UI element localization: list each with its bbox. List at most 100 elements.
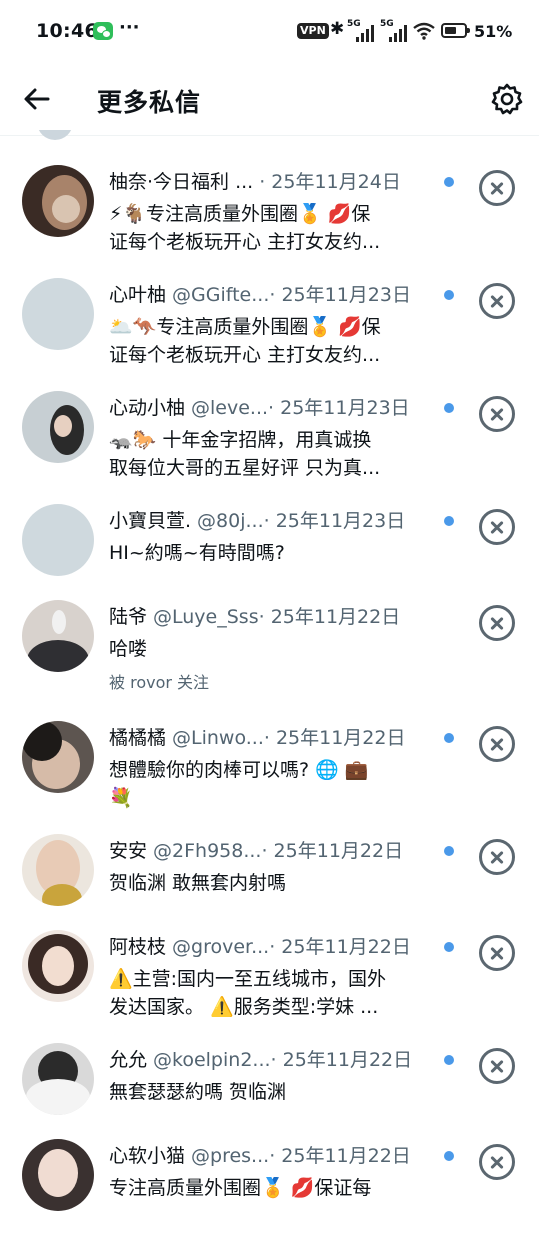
message-preview-line: 💐 bbox=[109, 787, 133, 809]
sender-name: 心软小猫 bbox=[109, 1145, 186, 1167]
avatar[interactable] bbox=[22, 391, 94, 463]
sender-handle: @Luye_Sss bbox=[153, 606, 259, 628]
sender-name: 橘橘橘 bbox=[109, 727, 167, 749]
message-preview-line: 🦡🐎 十年金字招牌，用真诚换 bbox=[109, 429, 372, 451]
sender-handle: @pres... bbox=[191, 1145, 270, 1167]
message-preview-line: 取每位大哥的五星好评 只为真... bbox=[109, 457, 381, 479]
message-row[interactable]: 心软小猫 @pres...· 25年11月22日 专注高质量外围圈🏅 💋保证每 bbox=[0, 1124, 539, 1237]
message-row[interactable]: 允允 @koelpin2...· 25年11月22日 無套瑟瑟約嗎 贺临渊 bbox=[0, 1028, 539, 1124]
sender-handle: @2Fh958... bbox=[153, 840, 262, 862]
wechat-icon bbox=[93, 22, 113, 40]
message-date: · 25年11月22日 bbox=[258, 606, 401, 628]
bluetooth-icon: ✱ bbox=[330, 19, 345, 39]
message-date: · 25年11月24日 bbox=[259, 171, 401, 193]
unread-dot bbox=[444, 846, 454, 856]
avatar[interactable] bbox=[22, 504, 94, 576]
sender-handle: @GGifte... bbox=[172, 284, 270, 306]
wifi-icon bbox=[413, 22, 435, 40]
dismiss-close-icon[interactable] bbox=[479, 1144, 515, 1180]
dismiss-close-icon[interactable] bbox=[479, 726, 515, 762]
signal-icon-1 bbox=[356, 24, 376, 42]
dismiss-close-icon[interactable] bbox=[479, 509, 515, 545]
message-row[interactable]: 陆爷 @Luye_Sss· 25年11月22日 哈喽 被 rovor 关注 bbox=[0, 585, 539, 706]
unread-dot bbox=[444, 1055, 454, 1065]
avatar[interactable] bbox=[22, 930, 94, 1002]
followed-by-note: 被 rovor 关注 bbox=[109, 673, 210, 692]
top-app-bar: 更多私信 bbox=[0, 64, 539, 136]
vpn-badge: VPN bbox=[297, 23, 329, 39]
message-row[interactable]: 心动小柚 @leve...· 25年11月23日 🦡🐎 十年金字招牌，用真诚换 取… bbox=[0, 376, 539, 489]
status-time: 10:46 bbox=[36, 20, 98, 42]
page-title: 更多私信 bbox=[97, 88, 202, 117]
dismiss-close-icon[interactable] bbox=[479, 605, 515, 641]
message-date: · 25年11月23日 bbox=[263, 510, 406, 532]
unread-dot bbox=[444, 177, 454, 187]
more-notifications-icon: ··· bbox=[119, 17, 140, 38]
message-row[interactable]: 柚奈·今日福利 ... · 25年11月24日 ⚡🐐专注高质量外围圈🏅 💋保 证每… bbox=[0, 150, 539, 263]
battery-percent: 51% bbox=[474, 22, 513, 41]
sender-name: 阿枝枝 bbox=[109, 936, 167, 958]
avatar[interactable] bbox=[22, 721, 94, 793]
message-row[interactable]: 橘橘橘 @Linwo...· 25年11月22日 想體驗你的肉棒可以嗎? 🌐 💼 … bbox=[0, 706, 539, 819]
dismiss-close-icon[interactable] bbox=[479, 839, 515, 875]
message-date: · 25年11月22日 bbox=[263, 727, 406, 749]
avatar[interactable] bbox=[22, 834, 94, 906]
status-bar: 10:46 ··· VPN ✱ 5G 5G 51% bbox=[0, 0, 539, 64]
message-preview-line: 想體驗你的肉棒可以嗎? 🌐 💼 bbox=[109, 759, 369, 781]
avatar[interactable] bbox=[22, 1043, 94, 1115]
sender-name: 心叶柚 bbox=[109, 284, 167, 306]
sender-handle: @80j... bbox=[197, 510, 264, 532]
unread-dot bbox=[444, 1151, 454, 1161]
dismiss-close-icon[interactable] bbox=[479, 935, 515, 971]
avatar[interactable] bbox=[22, 1139, 94, 1211]
message-preview-line: HI~約嗎~有時間嗎? bbox=[109, 542, 285, 564]
message-row[interactable]: 阿枝枝 @grover...· 25年11月22日 ⚠️主营:国内一至五线城市，国… bbox=[0, 915, 539, 1028]
unread-dot bbox=[444, 733, 454, 743]
message-date: · 25年11月22日 bbox=[269, 936, 411, 958]
avatar[interactable] bbox=[22, 165, 94, 237]
message-date: · 25年11月23日 bbox=[269, 284, 411, 306]
message-preview-line: ⚡🐐专注高质量外围圈🏅 💋保 bbox=[109, 203, 371, 225]
message-date: · 25年11月22日 bbox=[270, 1049, 413, 1071]
sender-name: 柚奈·今日福利 ... bbox=[109, 171, 254, 193]
dismiss-close-icon[interactable] bbox=[479, 283, 515, 319]
sender-name: 允允 bbox=[109, 1049, 148, 1071]
message-date: · 25年11月22日 bbox=[269, 1145, 411, 1167]
signal-icon-2 bbox=[389, 24, 409, 42]
message-preview-line: 無套瑟瑟約嗎 贺临渊 bbox=[109, 1081, 287, 1103]
message-preview-line: 专注高质量外围圈🏅 💋保证每 bbox=[109, 1177, 372, 1199]
dismiss-close-icon[interactable] bbox=[479, 1048, 515, 1084]
settings-gear-icon[interactable] bbox=[490, 82, 524, 116]
sender-handle: @koelpin2... bbox=[153, 1049, 271, 1071]
message-preview-line: 证每个老板玩开心 主打女友约... bbox=[109, 344, 381, 366]
unread-dot bbox=[444, 290, 454, 300]
avatar[interactable] bbox=[22, 600, 94, 672]
sender-handle: @leve... bbox=[191, 397, 269, 419]
message-preview-line: 🌥️🦘专注高质量外围圈🏅 💋保 bbox=[109, 316, 381, 338]
unread-dot bbox=[444, 403, 454, 413]
sender-handle: @Linwo... bbox=[172, 727, 264, 749]
message-date: · 25年11月23日 bbox=[268, 397, 410, 419]
back-arrow-icon[interactable] bbox=[20, 82, 54, 116]
sender-name: 安安 bbox=[109, 840, 148, 862]
dismiss-close-icon[interactable] bbox=[479, 396, 515, 432]
battery-icon bbox=[441, 23, 470, 38]
avatar[interactable] bbox=[22, 278, 94, 350]
unread-dot bbox=[444, 942, 454, 952]
sender-name: 陆爷 bbox=[109, 606, 148, 628]
message-preview-line: 证每个老板玩开心 主打女友约... bbox=[109, 231, 381, 253]
sender-name: 小寶貝萱. bbox=[109, 510, 192, 532]
message-preview-line: 贺临渊 敢無套内射嗎 bbox=[109, 872, 287, 894]
message-row[interactable]: 心叶柚 @GGifte...· 25年11月23日 🌥️🦘专注高质量外围圈🏅 💋保… bbox=[0, 263, 539, 376]
sender-handle: @grover... bbox=[172, 936, 270, 958]
message-row[interactable]: 安安 @2Fh958...· 25年11月22日 贺临渊 敢無套内射嗎 bbox=[0, 819, 539, 915]
message-request-list: 柚奈·今日福利 ... · 25年11月24日 ⚡🐐专注高质量外围圈🏅 💋保 证每… bbox=[0, 150, 539, 1237]
message-preview-line: 发达国家。 ⚠️服务类型:学妹 ... bbox=[109, 996, 379, 1018]
sender-name: 心动小柚 bbox=[109, 397, 186, 419]
message-row[interactable]: 小寶貝萱. @80j...· 25年11月23日 HI~約嗎~有時間嗎? bbox=[0, 489, 539, 585]
message-preview-line: ⚠️主营:国内一至五线城市，国外 bbox=[109, 968, 387, 990]
message-preview-line: 哈喽 bbox=[109, 638, 148, 660]
dismiss-close-icon[interactable] bbox=[479, 170, 515, 206]
message-date: · 25年11月22日 bbox=[261, 840, 404, 862]
unread-dot bbox=[444, 516, 454, 526]
